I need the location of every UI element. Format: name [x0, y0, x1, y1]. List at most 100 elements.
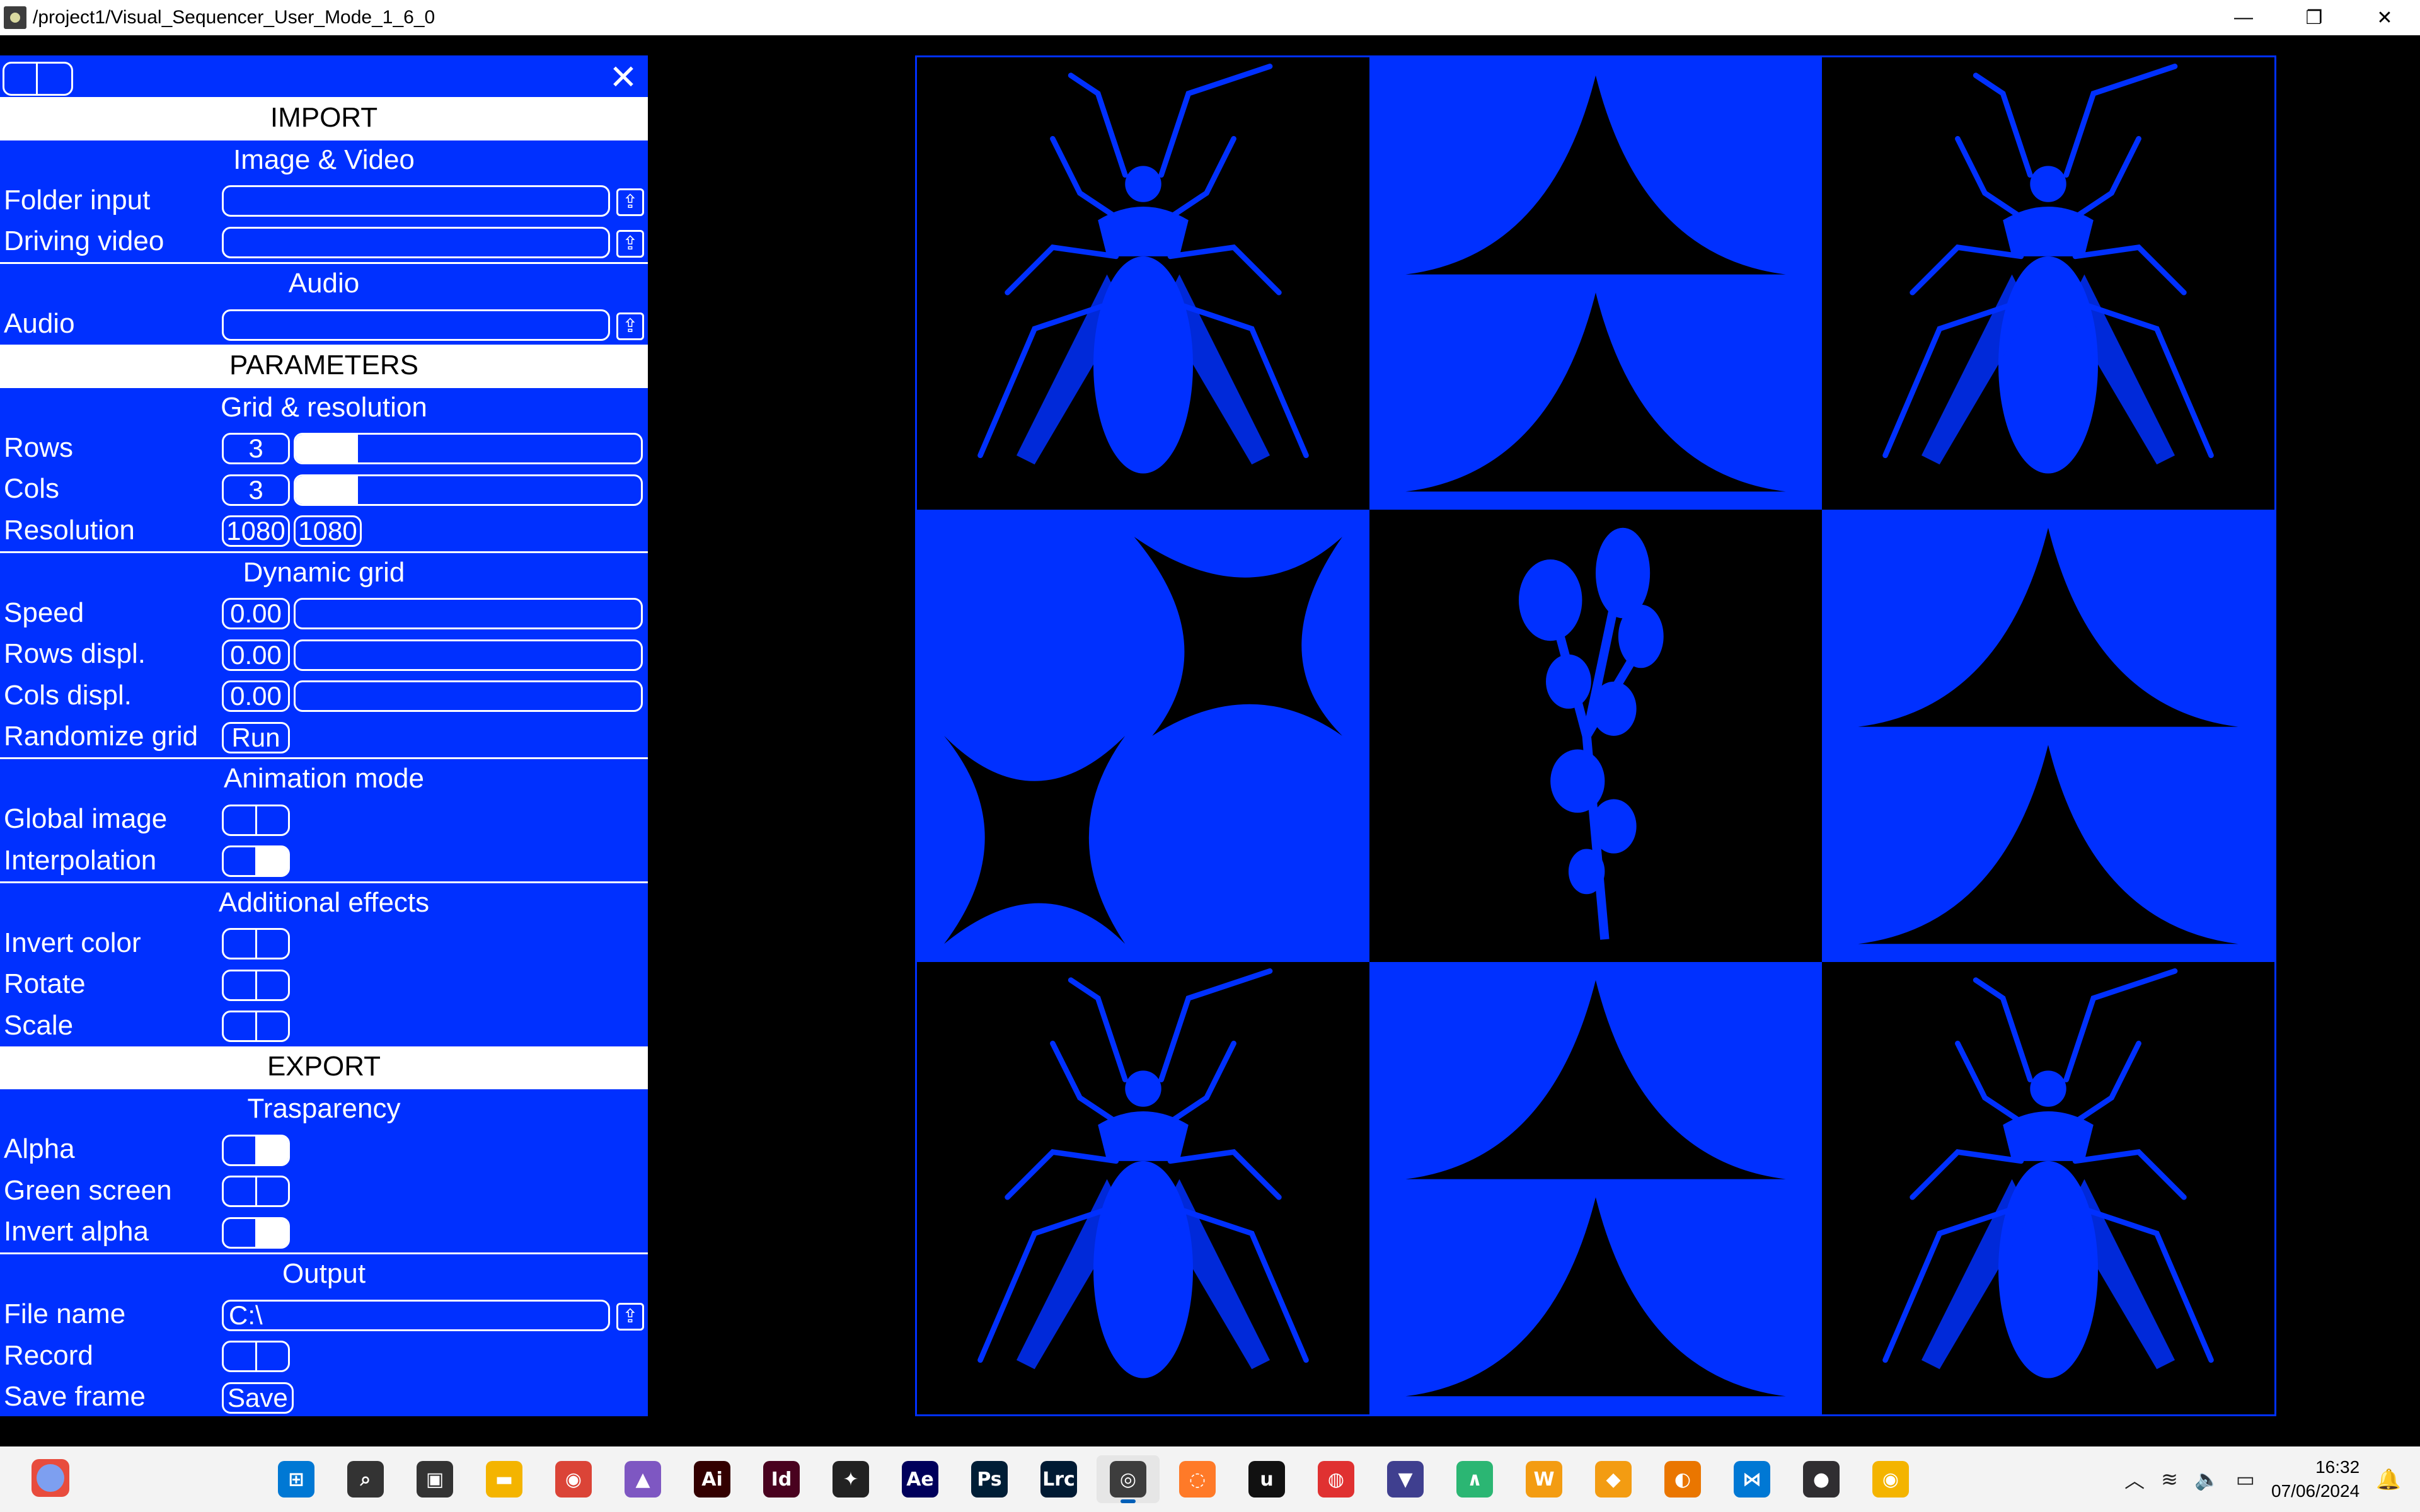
- taskbar-blender[interactable]: ◐: [1651, 1455, 1714, 1503]
- folder-input-row: Folder input ⇪: [0, 180, 648, 221]
- driving-video-field[interactable]: [222, 226, 610, 258]
- run-button[interactable]: Run: [222, 721, 290, 753]
- folder-upload-icon[interactable]: ⇪: [616, 188, 644, 216]
- taskbar-figma[interactable]: ✦: [819, 1455, 882, 1503]
- green-screen-row: Green screen: [0, 1170, 648, 1211]
- preview-cell-bug: [917, 57, 1369, 510]
- taskbar-indesign[interactable]: Id: [750, 1455, 813, 1503]
- folder-input-field[interactable]: [222, 185, 610, 217]
- rows-slider[interactable]: [294, 433, 643, 464]
- taskbar-obs[interactable]: ●: [1790, 1455, 1853, 1503]
- panel-visibility-toggle[interactable]: [3, 62, 73, 96]
- windows-start-icon: ⊞: [278, 1461, 314, 1498]
- file-name-row: File name C:\ ⇪: [0, 1294, 648, 1336]
- alpha-label: Alpha: [4, 1133, 75, 1165]
- rows-value[interactable]: 3: [222, 433, 290, 464]
- audio-row: Audio ⇪: [0, 304, 648, 345]
- save-button[interactable]: Save: [222, 1382, 294, 1414]
- taskbar-file-explorer[interactable]: ▬: [473, 1455, 536, 1503]
- maximize-button[interactable]: ❐: [2279, 0, 2349, 35]
- taskbar-windows-start[interactable]: ⊞: [265, 1455, 328, 1503]
- touchdesigner-icon: [4, 6, 26, 29]
- cols-slider[interactable]: [294, 474, 643, 506]
- invert-alpha-row: Invert alpha: [0, 1211, 648, 1253]
- file-name-field[interactable]: C:\: [222, 1299, 610, 1331]
- subsection-output: Output: [0, 1252, 648, 1294]
- preview-cell-bug: [1822, 57, 2274, 510]
- taskbar-chrome[interactable]: ◉: [542, 1455, 605, 1503]
- volume-icon[interactable]: 🔈: [2194, 1467, 2220, 1491]
- resolution-width[interactable]: 1080: [222, 515, 290, 547]
- scale-label: Scale: [4, 1009, 74, 1041]
- taskbar-app-orange[interactable]: W: [1512, 1455, 1576, 1503]
- audio-upload-icon[interactable]: ⇪: [616, 312, 644, 340]
- speed-slider[interactable]: [294, 598, 643, 629]
- taskbar-after-effects[interactable]: Ae: [889, 1455, 952, 1503]
- taskbar-affinity[interactable]: ▲: [611, 1455, 674, 1503]
- resolution-height[interactable]: 1080: [294, 515, 362, 547]
- subsection-audio: Audio: [0, 262, 648, 304]
- taskbar-task-view[interactable]: ▣: [403, 1455, 466, 1503]
- speed-value[interactable]: 0.00: [222, 598, 290, 629]
- wifi-icon[interactable]: ≋: [2161, 1467, 2178, 1491]
- clock-time: 16:32: [2315, 1457, 2360, 1477]
- cols-displ-value[interactable]: 0.00: [222, 680, 290, 712]
- invert-alpha-toggle[interactable]: [222, 1217, 290, 1249]
- global-image-toggle[interactable]: [222, 804, 290, 836]
- driving-video-row: Driving video ⇪: [0, 221, 648, 263]
- taskbar-vscode[interactable]: ⋈: [1720, 1455, 1783, 1503]
- subsection-grid-resolution: Grid & resolution: [0, 386, 648, 428]
- close-window-button[interactable]: ✕: [2349, 0, 2420, 35]
- task-view-icon: ▣: [417, 1461, 453, 1498]
- scale-row: Scale: [0, 1005, 648, 1046]
- panel-close-icon[interactable]: ✕: [608, 60, 639, 94]
- invert-color-toggle[interactable]: [222, 928, 290, 959]
- clock[interactable]: 16:32 07/06/2024: [2271, 1455, 2360, 1503]
- affinity-icon: ▲: [625, 1461, 661, 1498]
- chrome-icon: ◉: [555, 1461, 592, 1498]
- speed-label: Speed: [4, 597, 84, 628]
- driving-video-label: Driving video: [4, 226, 164, 257]
- taskbar-unreal-engine[interactable]: u: [1235, 1455, 1298, 1503]
- photoshop-icon: Ps: [971, 1461, 1008, 1498]
- cols-value[interactable]: 3: [222, 474, 290, 506]
- scale-toggle[interactable]: [222, 1011, 290, 1042]
- rotate-row: Rotate: [0, 964, 648, 1005]
- rows-label: Rows: [4, 432, 74, 463]
- vscode-icon: ⋈: [1734, 1461, 1770, 1498]
- indesign-icon: Id: [763, 1461, 800, 1498]
- section-export: EXPORT: [0, 1046, 648, 1087]
- taskbar-app-box[interactable]: ◆: [1582, 1455, 1645, 1503]
- taskbar-app-purple[interactable]: ▼: [1374, 1455, 1437, 1503]
- widgets-icon[interactable]: [32, 1459, 69, 1497]
- taskbar-photoshop[interactable]: Ps: [958, 1455, 1021, 1503]
- battery-icon[interactable]: ▭: [2236, 1467, 2255, 1491]
- rows-displ-value[interactable]: 0.00: [222, 639, 290, 671]
- taskbar-search[interactable]: ⌕: [334, 1455, 397, 1503]
- green-screen-toggle[interactable]: [222, 1176, 290, 1207]
- taskbar-touchdesigner[interactable]: ◎: [1097, 1455, 1160, 1503]
- audio-field[interactable]: [222, 309, 610, 341]
- preview-cell-star-corners: [917, 510, 1369, 962]
- minimize-button[interactable]: —: [2208, 0, 2279, 35]
- blender-icon: ◐: [1664, 1461, 1701, 1498]
- taskbar-lightroom-classic[interactable]: Lrc: [1027, 1455, 1090, 1503]
- taskbar-illustrator[interactable]: Ai: [681, 1455, 744, 1503]
- tray-chevron-icon[interactable]: ︿: [2124, 1465, 2145, 1494]
- cols-displ-slider[interactable]: [294, 680, 643, 712]
- taskbar-houdini[interactable]: ◌: [1166, 1455, 1229, 1503]
- taskbar-substance[interactable]: ◍: [1305, 1455, 1368, 1503]
- taskbar-chrome-canary[interactable]: ◉: [1859, 1455, 1922, 1503]
- taskbar-app-green[interactable]: ∧: [1443, 1455, 1506, 1503]
- alpha-toggle[interactable]: [222, 1134, 290, 1166]
- section-parameters: PARAMETERS: [0, 345, 648, 386]
- record-toggle[interactable]: [222, 1341, 290, 1372]
- cols-row: Cols 3: [0, 469, 648, 510]
- driving-video-upload-icon[interactable]: ⇪: [616, 229, 644, 258]
- rotate-toggle[interactable]: [222, 969, 290, 1001]
- interpolation-toggle[interactable]: [222, 845, 290, 877]
- chrome-canary-icon: ◉: [1872, 1461, 1909, 1498]
- rows-displ-slider[interactable]: [294, 639, 643, 671]
- notification-bell-icon[interactable]: 🔔: [2376, 1467, 2401, 1491]
- file-name-upload-icon[interactable]: ⇪: [616, 1302, 644, 1331]
